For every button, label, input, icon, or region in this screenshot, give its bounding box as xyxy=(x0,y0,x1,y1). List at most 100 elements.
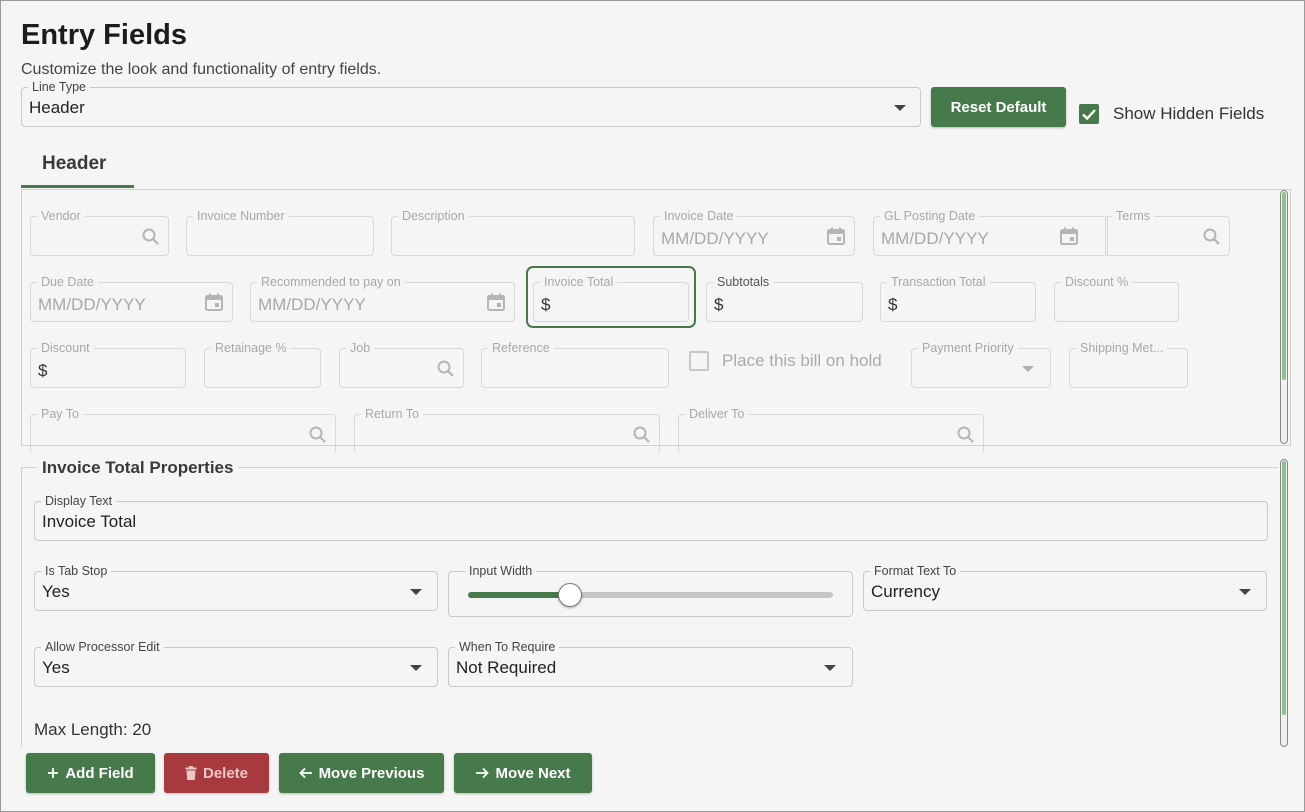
max-length-text: Max Length: 20 xyxy=(34,720,152,739)
format-text-value: Currency xyxy=(871,582,940,601)
retainage-pct-field[interactable]: Retainage % xyxy=(204,342,321,388)
discount-value: $ xyxy=(38,361,48,380)
subtotals-label: Subtotals xyxy=(713,276,774,289)
when-to-require-select[interactable]: When To Require Not Required xyxy=(448,641,853,687)
invoice-date-label: Invoice Date xyxy=(660,210,738,223)
page-subtitle: Customize the look and functionality of … xyxy=(21,61,382,78)
chevron-down-icon xyxy=(1239,589,1251,595)
move-previous-button[interactable]: Move Previous xyxy=(279,753,444,793)
move-next-button[interactable]: Move Next xyxy=(454,753,592,793)
add-field-label: Add Field xyxy=(65,764,134,782)
arrow-left-icon xyxy=(298,767,312,779)
input-width-slider-thumb[interactable] xyxy=(558,583,583,607)
display-text-field[interactable]: Display Text Invoice Total xyxy=(34,495,1268,541)
chevron-down-icon xyxy=(824,665,836,671)
plus-icon xyxy=(48,768,59,778)
terms-label: Terms xyxy=(1112,210,1155,223)
show-hidden-label: Show Hidden Fields xyxy=(1113,104,1265,123)
job-field[interactable]: Job xyxy=(339,342,464,388)
line-type-value: Header xyxy=(29,98,85,117)
reference-field[interactable]: Reference xyxy=(481,342,669,388)
is-tab-stop-value: Yes xyxy=(42,582,70,601)
transaction-total-label: Transaction Total xyxy=(887,276,990,289)
chevron-down-icon xyxy=(410,665,422,671)
due-date-field[interactable]: Due Date MM/DD/YYYY xyxy=(30,276,233,322)
description-field[interactable]: Description xyxy=(391,210,635,256)
gl-posting-date-field[interactable]: GL Posting Date MM/DD/YYYY xyxy=(873,210,1108,256)
description-label: Description xyxy=(398,210,469,223)
reset-default-button[interactable]: Reset Default xyxy=(931,87,1066,127)
calendar-icon[interactable] xyxy=(1059,226,1079,246)
show-hidden-checkbox[interactable] xyxy=(1079,104,1099,124)
hold-checkbox[interactable] xyxy=(689,351,709,371)
discount-pct-field[interactable]: Discount % xyxy=(1054,276,1179,322)
check-icon xyxy=(1082,109,1096,121)
invoice-number-label: Invoice Number xyxy=(193,210,289,223)
discount-pct-label: Discount % xyxy=(1061,276,1133,289)
calendar-icon[interactable] xyxy=(204,292,224,312)
display-text-label: Display Text xyxy=(41,495,117,508)
discount-field[interactable]: Discount $ xyxy=(30,342,186,388)
when-to-require-label: When To Require xyxy=(455,641,560,654)
add-field-button[interactable]: Add Field xyxy=(26,753,155,793)
chevron-down-icon xyxy=(1022,366,1034,372)
return-to-field[interactable]: Return To xyxy=(354,408,660,454)
payment-priority-label: Payment Priority xyxy=(918,342,1018,355)
payment-priority-select[interactable]: Payment Priority xyxy=(911,342,1051,388)
job-label: Job xyxy=(346,342,375,355)
gl-posting-date-placeholder: MM/DD/YYYY xyxy=(881,229,989,248)
format-text-label: Format Text To xyxy=(870,565,961,578)
reset-default-label: Reset Default xyxy=(950,98,1047,116)
move-previous-label: Move Previous xyxy=(318,764,425,782)
header-fields-panel: Vendor Invoice Number Description Invoic… xyxy=(21,189,1291,454)
header-panel-scrollbar[interactable] xyxy=(1280,190,1288,444)
properties-title: Invoice Total Properties xyxy=(36,458,240,478)
input-width-label: Input Width xyxy=(465,565,537,578)
retainage-pct-label: Retainage % xyxy=(211,342,291,355)
properties-panel-scroll-thumb[interactable] xyxy=(1282,461,1286,715)
pay-to-field[interactable]: Pay To xyxy=(30,408,336,454)
gl-posting-date-label: GL Posting Date xyxy=(880,210,980,223)
subtotals-value: $ xyxy=(714,295,724,314)
invoice-number-field[interactable]: Invoice Number xyxy=(186,210,374,256)
delete-button[interactable]: Delete xyxy=(164,753,269,793)
transaction-total-field[interactable]: Transaction Total $ xyxy=(880,276,1036,322)
return-to-label: Return To xyxy=(361,408,423,421)
delete-label: Delete xyxy=(202,764,249,782)
search-icon xyxy=(437,360,454,377)
subtotals-field[interactable]: Subtotals $ xyxy=(706,276,863,322)
pay-to-label: Pay To xyxy=(37,408,83,421)
invoice-date-field[interactable]: Invoice Date MM/DD/YYYY xyxy=(653,210,855,256)
reference-label: Reference xyxy=(488,342,554,355)
invoice-total-field[interactable]: Invoice Total $ xyxy=(533,276,689,322)
format-text-select[interactable]: Format Text To Currency xyxy=(863,565,1267,611)
trash-icon xyxy=(185,766,197,780)
tab-header[interactable]: Header xyxy=(42,153,106,175)
shipping-method-field[interactable]: Shipping Met... xyxy=(1069,342,1188,388)
header-panel-scroll-thumb[interactable] xyxy=(1282,192,1286,380)
line-type-select[interactable]: Line Type Header xyxy=(21,81,921,127)
is-tab-stop-label: Is Tab Stop xyxy=(41,565,112,578)
page-title: Entry Fields xyxy=(21,19,187,51)
is-tab-stop-select[interactable]: Is Tab Stop Yes xyxy=(34,565,438,611)
transaction-total-value: $ xyxy=(888,295,898,314)
line-type-label: Line Type xyxy=(28,81,90,94)
recommended-pay-placeholder: MM/DD/YYYY xyxy=(258,295,366,314)
vendor-field[interactable]: Vendor xyxy=(30,210,169,256)
properties-panel-scrollbar[interactable] xyxy=(1280,459,1288,747)
deliver-to-label: Deliver To xyxy=(685,408,749,421)
recommended-pay-label: Recommended to pay on xyxy=(257,276,405,289)
deliver-to-field[interactable]: Deliver To xyxy=(678,408,984,454)
tab-header-indicator xyxy=(21,185,134,188)
terms-field[interactable]: Terms xyxy=(1105,210,1230,256)
chevron-down-icon xyxy=(894,105,906,111)
calendar-icon[interactable] xyxy=(826,226,846,246)
search-icon xyxy=(142,228,159,245)
recommended-pay-field[interactable]: Recommended to pay on MM/DD/YYYY xyxy=(250,276,515,322)
hold-label: Place this bill on hold xyxy=(722,351,882,370)
calendar-icon[interactable] xyxy=(486,292,506,312)
input-width-slider[interactable] xyxy=(468,583,833,607)
invoice-date-placeholder: MM/DD/YYYY xyxy=(661,229,769,248)
allow-processor-edit-select[interactable]: Allow Processor Edit Yes xyxy=(34,641,438,687)
vendor-label: Vendor xyxy=(37,210,85,223)
